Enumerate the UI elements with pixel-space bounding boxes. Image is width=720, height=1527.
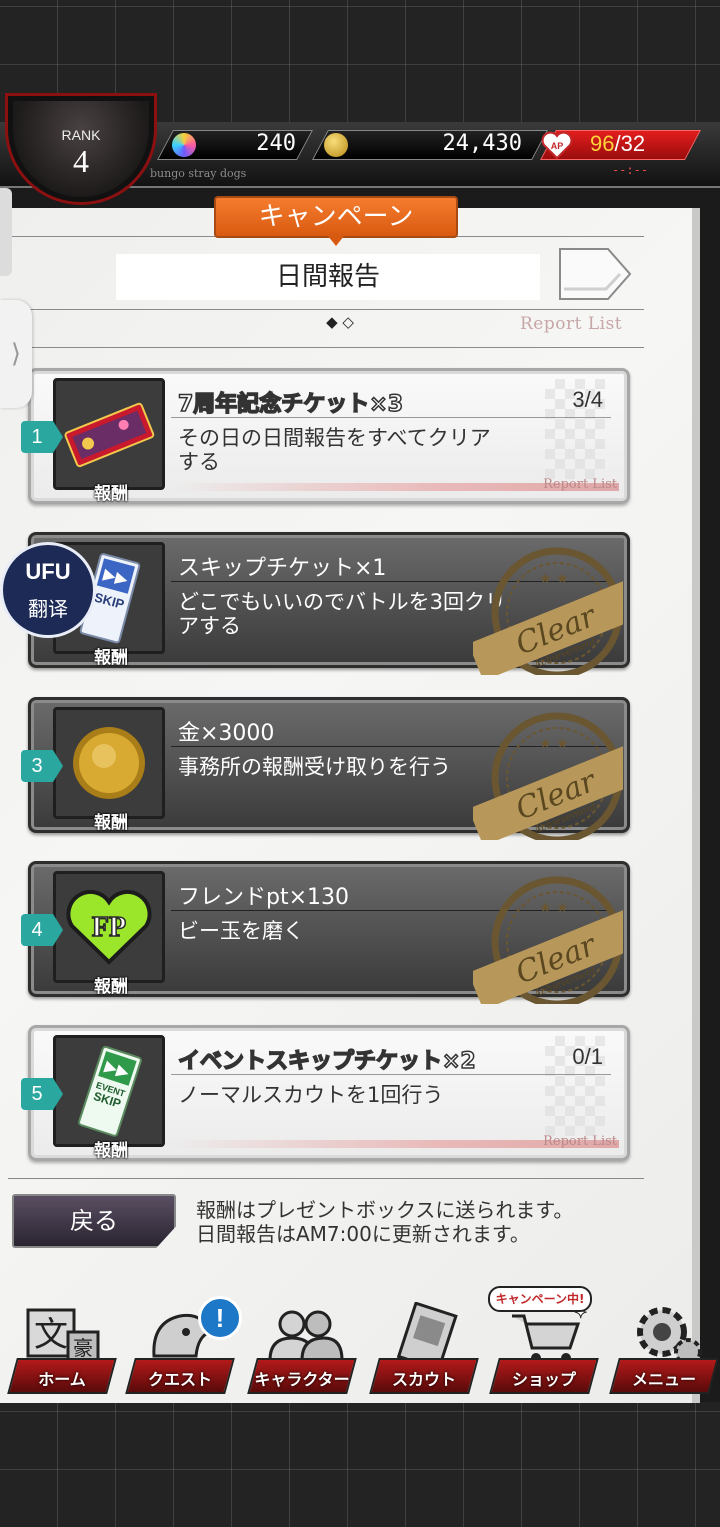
mission-number: 1 — [21, 421, 63, 453]
svg-text:★ ★: ★ ★ — [539, 571, 569, 587]
mission-description: 事務所の報酬受け取りを行う — [178, 755, 451, 779]
page-title: 日間報告 — [116, 254, 540, 300]
translate-label: 翻译 — [28, 597, 68, 621]
anniversary-ticket-icon — [64, 402, 155, 468]
crystal-icon — [172, 133, 196, 157]
notification-badge: ! — [198, 1296, 242, 1340]
mission-card[interactable]: FP 報酬 4 フレンドpt×130 ビー玉を磨く ★ ★ Clear Achi… — [21, 861, 630, 1004]
ap-count: 96/32 — [590, 131, 670, 159]
nav-label: キャラクター — [254, 1370, 350, 1389]
svg-text:★ ★: ★ ★ — [539, 900, 569, 916]
translate-logo: UFU — [25, 559, 71, 584]
mission-description: ビー玉を磨く — [178, 919, 304, 943]
info-line: 日間報告はAM7:00に更新されます。 — [196, 1222, 530, 1246]
mission-reward: 金×3000 — [178, 721, 275, 746]
clear-stamp-icon: ★ ★ Clear Achievement — [473, 547, 623, 675]
event-skip-ticket-icon: ▶▶ EVENT SKIP — [78, 1045, 142, 1137]
ap-current: 96 — [590, 131, 615, 156]
mission-progress: 0/1 — [572, 1044, 603, 1069]
mission-description: どこでもいいのでバトルを3回クリアする — [178, 590, 506, 638]
card-footer: Report List — [543, 477, 617, 492]
mission-card[interactable]: 報酬 1 7周年記念チケット×3 3/4 その日の日間報告をすべてクリアする R… — [21, 368, 630, 504]
nav-scout[interactable]: スカウト — [366, 1292, 479, 1400]
svg-text:豪: 豪 — [73, 1336, 93, 1360]
brand-text: bungo stray dogs — [150, 167, 247, 180]
report-list-label: Report List — [520, 314, 623, 334]
reward-box: FP — [53, 871, 165, 983]
reward-label: 報酬 — [94, 977, 128, 997]
crystal-count: 240 — [256, 131, 296, 156]
nav-character[interactable]: キャラクター — [244, 1292, 357, 1400]
side-drawer-chevron-icon[interactable]: ⟩ — [0, 300, 32, 408]
reward-box: ▶▶ EVENT SKIP — [53, 1035, 165, 1147]
svg-text:FP: FP — [92, 912, 126, 943]
divider — [8, 1178, 644, 1179]
nav-label: メニュー — [631, 1370, 696, 1389]
bottom-nav: 文 豪 ホーム クエスト キャラクター スカウト ✦ ショップ メニュー — [0, 1292, 720, 1402]
edge-tab[interactable] — [0, 188, 12, 276]
reward-box — [53, 707, 165, 819]
friend-point-icon: FP — [66, 889, 152, 965]
clear-stamp-icon: ★ ★ Clear Achievement — [473, 876, 623, 1004]
nav-label: ショップ — [511, 1370, 576, 1389]
divider — [8, 309, 644, 310]
mission-reward: イベントスキップチケット×2 — [177, 1048, 476, 1075]
mission-card[interactable]: ▶▶ EVENT SKIP 報酬 5 イベントスキップチケット×2 0/1 ノー… — [21, 1025, 630, 1161]
svg-text:AP: AP — [551, 141, 564, 151]
mission-reward: 7周年記念チケット×3 — [177, 391, 404, 418]
ap-timer: --:-- — [611, 163, 649, 177]
nav-menu[interactable]: メニュー — [606, 1292, 719, 1400]
gold-coin-icon — [73, 727, 145, 799]
nav-label: クエスト — [147, 1370, 212, 1389]
info-line: 報酬はプレゼントボックスに送られます。 — [196, 1198, 574, 1222]
mission-number: 3 — [21, 750, 63, 782]
card-footer: Report List — [543, 1134, 617, 1149]
mission-description: ノーマルスカウトを1回行う — [178, 1083, 444, 1107]
rank-label: RANK — [61, 127, 101, 143]
next-page-arrow-icon[interactable] — [558, 245, 632, 303]
divider — [171, 417, 611, 418]
mission-progress: 3/4 — [572, 387, 603, 412]
ap-max: 32 — [620, 131, 646, 156]
reward-label: 報酬 — [94, 648, 128, 668]
mission-number: 5 — [21, 1078, 63, 1110]
back-button[interactable]: 戻る — [12, 1194, 176, 1248]
clear-stamp-icon: ★ ★ Clear Achievement — [473, 712, 623, 840]
nav-home[interactable]: 文 豪 ホーム — [4, 1292, 117, 1400]
divider — [8, 347, 644, 348]
reward-label: 報酬 — [94, 484, 128, 504]
mission-description: その日の日間報告をすべてクリアする — [178, 426, 491, 474]
gold-coin-icon — [324, 133, 348, 157]
mission-reward: フレンドpt×130 — [178, 885, 350, 910]
ap-heart-icon: AP — [541, 131, 573, 160]
svg-text:★ ★: ★ ★ — [539, 736, 569, 752]
gold-count: 24,430 — [442, 131, 522, 156]
mission-reward: スキップチケット×1 — [178, 556, 387, 581]
bottom-backdrop — [0, 1402, 720, 1527]
nav-label: ホーム — [38, 1370, 86, 1389]
mission-card[interactable]: 報酬 3 金×3000 事務所の報酬受け取りを行う ★ ★ Clear Achi… — [21, 697, 630, 840]
svg-text:文: 文 — [34, 1315, 68, 1355]
campaign-badge: キャンペーン中! — [488, 1286, 592, 1312]
campaign-tab[interactable]: キャンペーン — [214, 196, 458, 246]
reward-label: 報酬 — [94, 1141, 128, 1161]
reward-label: 報酬 — [94, 813, 128, 833]
mission-number: 4 — [21, 914, 63, 946]
info-text: 報酬はプレゼントボックスに送られます。 日間報告はAM7:00に更新されます。 — [196, 1198, 573, 1246]
reward-box — [53, 378, 165, 490]
mission-card[interactable]: ▶▶ SKIP 報酬 スキップチケット×1 どこでもいいのでバトルを3回クリアす… — [28, 532, 630, 675]
page-indicator: ◆ ◇ — [326, 313, 354, 331]
rank-value: 4 — [73, 143, 89, 179]
translate-overlay-button[interactable]: UFU 翻译 — [0, 542, 96, 638]
divider — [171, 1074, 611, 1075]
nav-label: スカウト — [391, 1370, 456, 1389]
